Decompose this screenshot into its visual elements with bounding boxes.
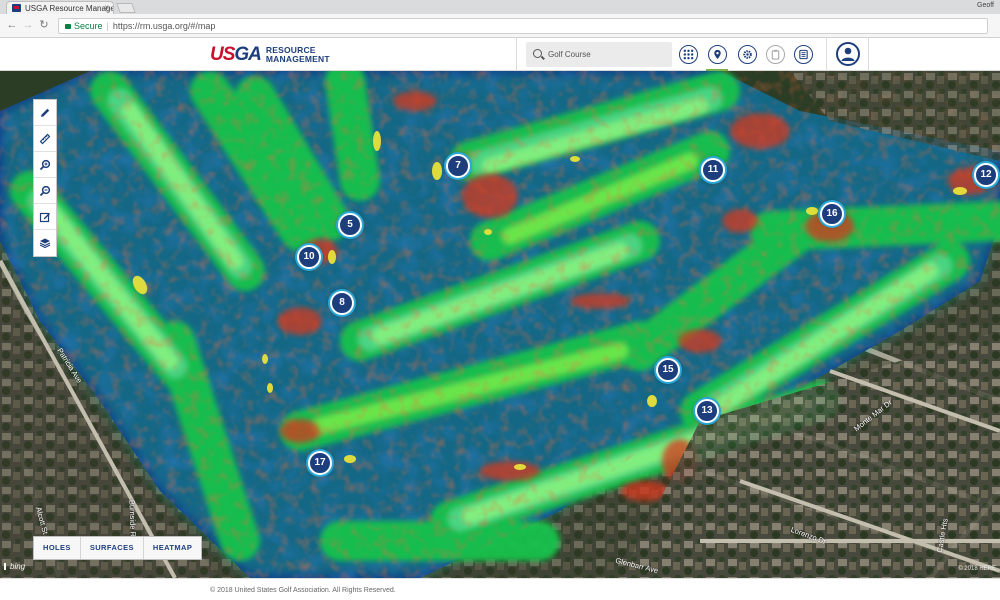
map-credit: © 2018 HERE <box>958 566 996 572</box>
heatmap-layer <box>0 71 1000 578</box>
hole-pin-10[interactable]: 10 <box>297 245 321 269</box>
copyright-text: © 2018 United States Golf Association. A… <box>210 587 396 594</box>
map-pin-icon[interactable] <box>706 45 728 71</box>
app-header: USGA RESOURCE MANAGEMENT <box>0 38 1000 71</box>
hole-pin-5[interactable]: 5 <box>338 213 362 237</box>
secure-label: Secure <box>74 21 103 31</box>
header-divider <box>868 38 869 71</box>
map-mode-toggle: HOLES SURFACES HEATMAP <box>33 536 203 560</box>
hole-pin-11[interactable]: 11 <box>701 158 725 182</box>
browser-toolbar: ← → ↻ Secure | https://rm.usga.org/#/map <box>0 14 1000 38</box>
hole-pin-17[interactable]: 17 <box>308 451 332 475</box>
logo-subtitle-line2: MANAGEMENT <box>265 54 330 64</box>
map-tools-panel <box>33 99 57 257</box>
hole-pin-13[interactable]: 13 <box>695 399 719 423</box>
heatmap-button[interactable]: HEATMAP <box>143 537 202 559</box>
usga-favicon-icon <box>12 4 21 12</box>
edit-icon[interactable] <box>34 204 56 230</box>
layers-icon[interactable] <box>34 230 56 256</box>
header-divider <box>826 38 827 71</box>
reload-icon[interactable]: ↻ <box>38 19 50 31</box>
surfaces-button[interactable]: SURFACES <box>80 537 144 559</box>
hole-pin-15[interactable]: 15 <box>656 358 680 382</box>
search-icon <box>533 49 542 58</box>
new-tab-button[interactable] <box>116 3 136 13</box>
browser-tab[interactable]: USGA Resource Managem × <box>6 1 114 14</box>
url-text: https://rm.usga.org/#/map <box>112 21 216 31</box>
browser-profile-name[interactable]: Geoff <box>977 2 994 9</box>
hole-pin-8[interactable]: 8 <box>330 291 354 315</box>
tab-title: USGA Resource Managem <box>25 4 114 13</box>
browser-tab-strip: USGA Resource Managem × Geoff <box>0 0 1000 14</box>
hole-pin-7[interactable]: 7 <box>446 154 470 178</box>
back-arrow-icon[interactable]: ← <box>6 19 18 31</box>
header-divider <box>516 38 517 71</box>
forward-arrow-icon[interactable]: → <box>22 19 34 31</box>
usga-logo[interactable]: USGA RESOURCE MANAGEMENT <box>210 44 330 66</box>
grid-icon[interactable] <box>679 45 698 64</box>
pencil-icon[interactable] <box>34 100 56 126</box>
holes-button[interactable]: HOLES <box>34 537 81 559</box>
hole-pin-12[interactable]: 12 <box>974 163 998 187</box>
course-search[interactable] <box>526 42 672 67</box>
clipboard-icon[interactable] <box>766 45 785 64</box>
bing-logo: bing <box>4 562 25 571</box>
address-bar[interactable]: Secure | https://rm.usga.org/#/map <box>58 18 988 34</box>
list-icon[interactable] <box>794 45 813 64</box>
user-icon[interactable] <box>836 42 860 66</box>
hole-pin-16[interactable]: 16 <box>820 202 844 226</box>
gear-icon[interactable] <box>738 45 757 64</box>
ruler-icon[interactable] <box>34 126 56 152</box>
lock-icon <box>65 24 71 29</box>
course-heatmap-map[interactable]: Patricia Ave Monte Mar Dr Lorenzo Dr Gle… <box>0 71 1000 578</box>
page-footer: © 2018 United States Golf Association. A… <box>0 578 1000 600</box>
search-input[interactable] <box>548 47 666 62</box>
zoom-out-icon[interactable] <box>34 178 56 204</box>
tab-close-icon[interactable]: × <box>104 3 109 12</box>
zoom-in-icon[interactable] <box>34 152 56 178</box>
